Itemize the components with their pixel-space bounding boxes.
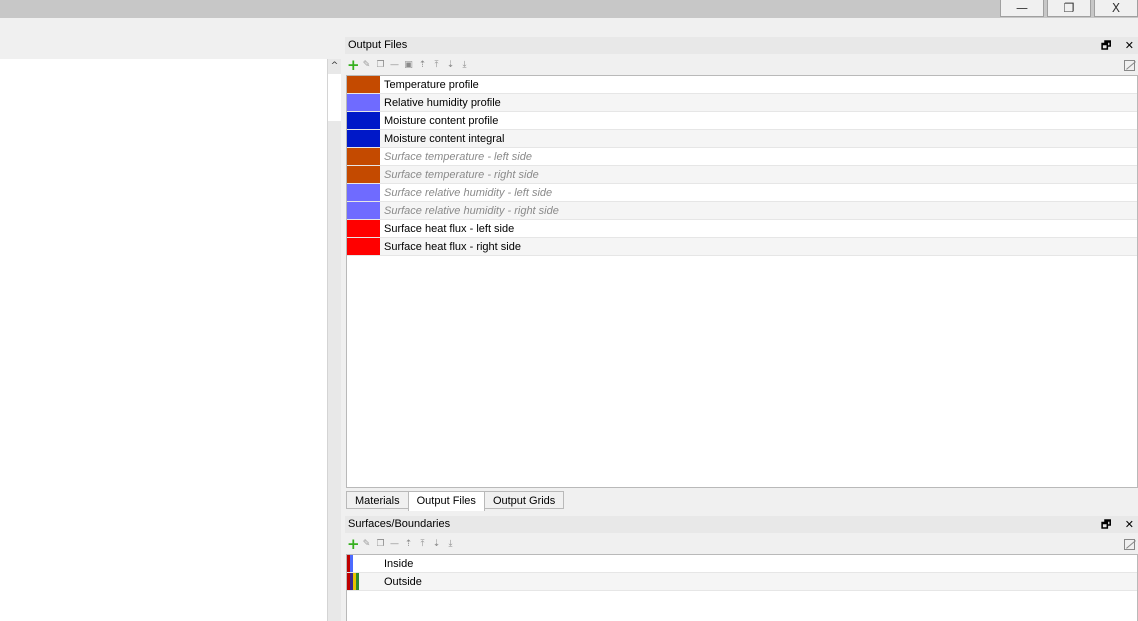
list-item[interactable]: Moisture content profile bbox=[347, 112, 1137, 130]
float-dock-icon[interactable]: 🗗 bbox=[1101, 39, 1111, 52]
minimize-icon: — bbox=[1016, 1, 1028, 15]
dock-tabs: Materials Output Files Output Grids bbox=[346, 491, 565, 511]
surfaces-list[interactable]: Inside Outside bbox=[346, 554, 1138, 621]
close-dock-icon[interactable]: ✕ bbox=[1125, 39, 1134, 52]
output-file-label: Surface heat flux - left side bbox=[384, 222, 515, 235]
close-dock-icon[interactable]: ✕ bbox=[1125, 518, 1134, 531]
color-swatch bbox=[347, 76, 380, 93]
move-top-icon[interactable]: ⤒ bbox=[431, 60, 442, 71]
list-item[interactable]: Temperature profile bbox=[347, 76, 1137, 94]
list-item[interactable]: Surface relative humidity - right side bbox=[347, 202, 1137, 220]
output-files-title: Output Files bbox=[348, 39, 408, 51]
color-swatch bbox=[347, 112, 380, 129]
float-dock-icon[interactable]: 🗗 bbox=[1101, 518, 1111, 531]
menu-bar bbox=[0, 18, 1138, 36]
color-swatch bbox=[347, 202, 380, 219]
scrollbar-thumb[interactable] bbox=[328, 74, 341, 121]
output-file-label: Surface temperature - right side bbox=[384, 168, 539, 181]
remove-unused-icon[interactable] bbox=[1124, 539, 1135, 550]
remove-icon[interactable]: — bbox=[389, 60, 400, 71]
list-item[interactable]: Surface heat flux - right side bbox=[347, 238, 1137, 256]
list-item[interactable]: Inside bbox=[347, 555, 1137, 573]
move-top-icon[interactable]: ⤒ bbox=[417, 539, 428, 550]
move-down-icon[interactable]: ⇣ bbox=[445, 60, 456, 71]
list-item[interactable]: Surface temperature - right side bbox=[347, 166, 1137, 184]
output-file-label: Surface relative humidity - left side bbox=[384, 186, 553, 199]
output-files-dock-title: Output Files 🗗 ✕ bbox=[345, 37, 1138, 54]
color-swatch bbox=[347, 94, 380, 111]
color-swatch bbox=[347, 166, 380, 183]
color-swatch bbox=[347, 220, 380, 237]
vertical-scrollbar[interactable]: ^ bbox=[327, 59, 341, 621]
output-file-label: Surface heat flux - right side bbox=[384, 240, 521, 253]
color-swatch bbox=[347, 184, 380, 201]
list-item[interactable]: Relative humidity profile bbox=[347, 94, 1137, 112]
restore-button[interactable]: ❐ bbox=[1047, 0, 1091, 17]
color-swatch bbox=[347, 148, 380, 165]
move-bottom-icon[interactable]: ⤓ bbox=[459, 60, 470, 71]
list-item[interactable]: Outside bbox=[347, 573, 1137, 591]
copy-icon[interactable]: ❐ bbox=[375, 539, 386, 550]
window-titlebar: — ❐ X bbox=[0, 0, 1138, 18]
color-swatch bbox=[347, 238, 380, 255]
output-file-label: Moisture content integral bbox=[384, 132, 505, 145]
output-file-label: Relative humidity profile bbox=[384, 96, 501, 109]
boundary-swatch bbox=[347, 555, 380, 572]
add-icon[interactable]: + bbox=[347, 537, 360, 552]
boundary-swatch bbox=[347, 573, 380, 590]
surfaces-title: Surfaces/Boundaries bbox=[348, 518, 451, 530]
minimize-button[interactable]: — bbox=[1000, 0, 1044, 17]
tab-materials[interactable]: Materials bbox=[346, 491, 409, 509]
surface-label: Inside bbox=[384, 557, 414, 570]
close-icon: X bbox=[1111, 1, 1121, 15]
boundary-color-bar bbox=[350, 555, 353, 572]
output-files-list[interactable]: Temperature profile Relative humidity pro… bbox=[346, 75, 1138, 488]
add-icon[interactable]: + bbox=[347, 58, 360, 73]
output-file-label: Moisture content profile bbox=[384, 114, 499, 127]
remove-unused-icon[interactable] bbox=[1124, 60, 1135, 71]
list-item[interactable]: Surface relative humidity - left side bbox=[347, 184, 1137, 202]
list-item[interactable]: Surface temperature - left side bbox=[347, 148, 1137, 166]
edit-icon[interactable]: ✎ bbox=[361, 60, 372, 71]
edit-icon[interactable]: ✎ bbox=[361, 539, 372, 550]
output-file-label: Temperature profile bbox=[384, 78, 479, 91]
close-button[interactable]: X bbox=[1094, 0, 1138, 17]
surfaces-dock-title: Surfaces/Boundaries 🗗 ✕ bbox=[345, 516, 1138, 533]
output-file-label: Surface temperature - left side bbox=[384, 150, 532, 163]
tab-output-files[interactable]: Output Files bbox=[407, 491, 485, 511]
move-down-icon[interactable]: ⇣ bbox=[431, 539, 442, 550]
output-file-label: Surface relative humidity - right side bbox=[384, 204, 559, 217]
move-up-icon[interactable]: ⇡ bbox=[417, 60, 428, 71]
tab-output-grids[interactable]: Output Grids bbox=[483, 491, 565, 509]
list-item[interactable]: Surface heat flux - left side bbox=[347, 220, 1137, 238]
move-bottom-icon[interactable]: ⤓ bbox=[445, 539, 456, 550]
remove-icon[interactable]: — bbox=[389, 539, 400, 550]
surface-label: Outside bbox=[384, 575, 422, 588]
scroll-up-icon[interactable]: ^ bbox=[328, 59, 341, 73]
construction-view[interactable] bbox=[0, 59, 327, 621]
surfaces-toolbar: + ✎ ❐ — ⇡ ⤒ ⇣ ⤓ bbox=[345, 536, 1138, 553]
list-item[interactable]: Moisture content integral bbox=[347, 130, 1137, 148]
select-all-icon[interactable]: ▣ bbox=[403, 60, 414, 71]
boundary-color-bar bbox=[356, 573, 359, 590]
move-up-icon[interactable]: ⇡ bbox=[403, 539, 414, 550]
copy-icon[interactable]: ❐ bbox=[375, 60, 386, 71]
output-files-toolbar: + ✎ ❐ — ▣ ⇡ ⤒ ⇣ ⤓ bbox=[345, 57, 1138, 74]
color-swatch bbox=[347, 130, 380, 147]
restore-icon: ❐ bbox=[1063, 1, 1075, 15]
